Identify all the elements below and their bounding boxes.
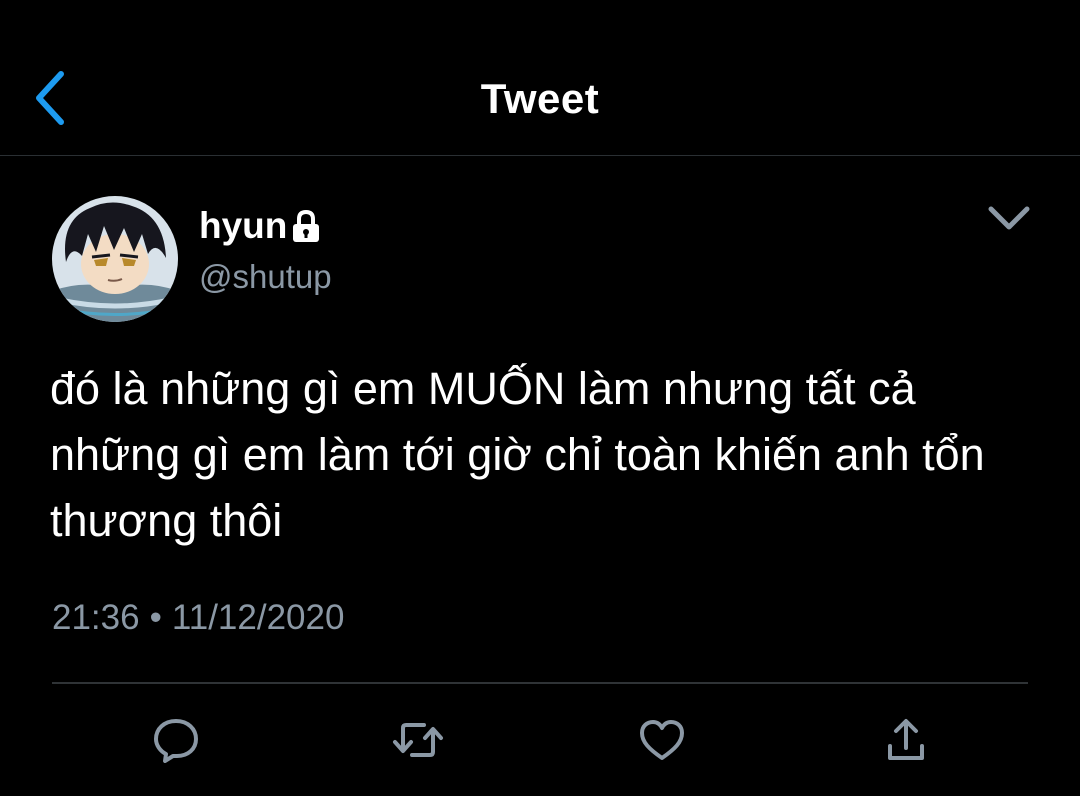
- author-handle[interactable]: @shutup: [199, 257, 332, 297]
- reply-button[interactable]: [150, 714, 202, 766]
- lock-icon: [291, 209, 321, 243]
- chevron-down-icon: [988, 206, 1030, 230]
- share-icon: [888, 719, 924, 760]
- reply-icon: [154, 719, 198, 763]
- tweet-date: 11/12/2020: [171, 598, 345, 637]
- like-button[interactable]: [636, 714, 688, 766]
- author-name-text: hyun: [199, 205, 288, 246]
- tweet-menu-button[interactable]: [984, 196, 1034, 240]
- top-bar: Tweet: [0, 0, 1080, 156]
- share-button[interactable]: [880, 714, 932, 766]
- avatar-image: [52, 196, 178, 322]
- tweet-timestamp[interactable]: 21:36 • 11/12/2020: [52, 597, 344, 639]
- retweet-icon: [393, 723, 443, 757]
- timestamp-separator: •: [149, 598, 162, 637]
- heart-icon: [640, 720, 684, 760]
- divider: [52, 682, 1028, 684]
- retweet-button[interactable]: [392, 714, 444, 766]
- page-title: Tweet: [480, 75, 600, 122]
- author-display-name[interactable]: hyun: [199, 204, 321, 248]
- tweet-time: 21:36: [52, 598, 140, 637]
- avatar[interactable]: [52, 196, 178, 322]
- tweet-text: đó là những gì em MUỐN làm nhưng tất cả …: [50, 363, 985, 546]
